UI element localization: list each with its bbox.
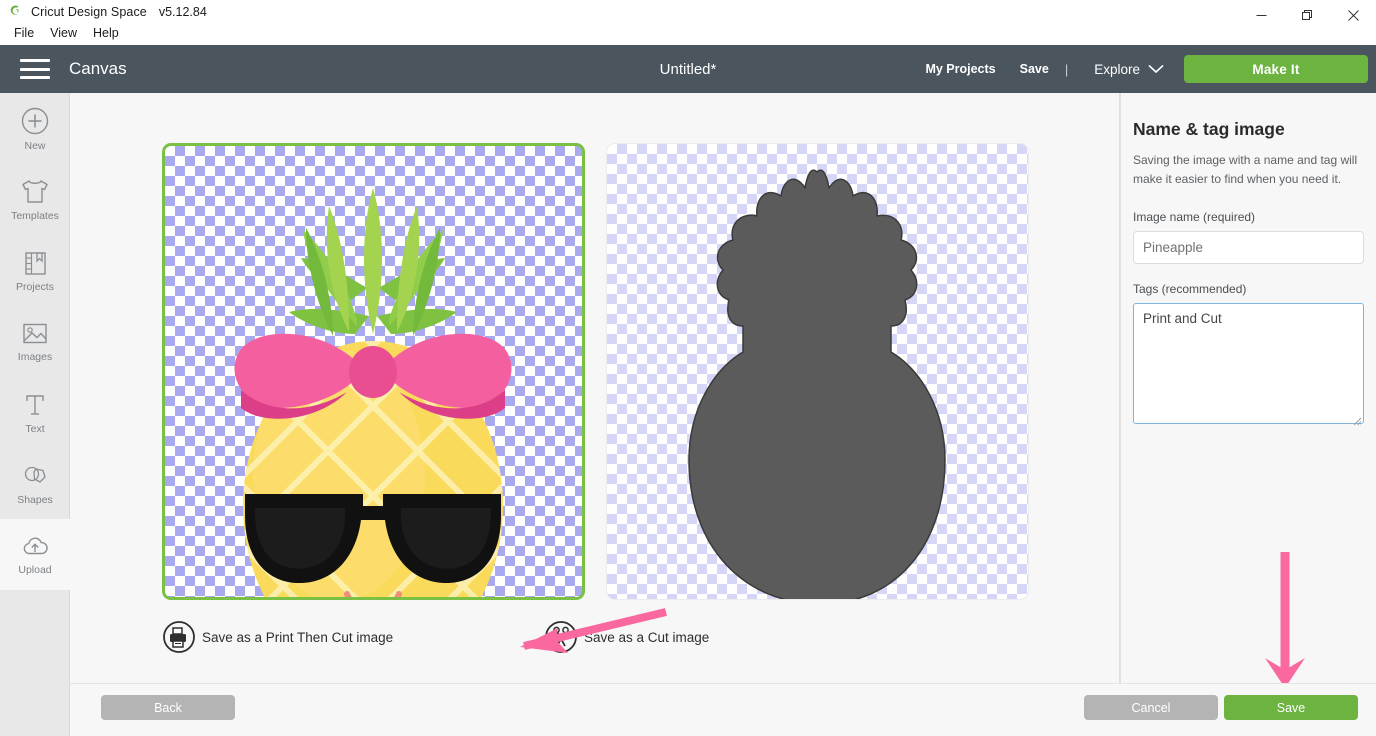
application-window: Cricut Design Space v5.12.84 File View H… — [0, 0, 1376, 736]
tags-label: Tags (recommended) — [1133, 282, 1247, 297]
save-button[interactable]: Save — [1224, 695, 1358, 720]
image-name-input[interactable] — [1133, 231, 1364, 265]
sidebar-label-images: Images — [17, 351, 53, 363]
sidebar-item-projects[interactable]: Projects — [0, 235, 70, 306]
print-then-cut-preview[interactable] — [162, 143, 585, 600]
header-save-link[interactable]: Save — [1008, 62, 1061, 76]
sidebar-label-shapes: Shapes — [17, 494, 53, 506]
canvas-label[interactable]: Canvas — [69, 59, 127, 79]
menu-help[interactable]: Help — [87, 24, 125, 42]
sidebar-label-text: Text — [25, 423, 45, 435]
print-then-cut-label: Save as a Print Then Cut image — [202, 629, 394, 645]
cut-image-option-card[interactable]: Save as a Cut image — [545, 143, 1029, 653]
close-icon — [1347, 9, 1359, 21]
tshirt-icon — [22, 180, 48, 203]
main-content-panel: Save as a Print Then Cut image Save as a… — [70, 93, 1120, 736]
sidebar-label-new: New — [24, 140, 46, 152]
sidebar-item-shapes[interactable]: Shapes — [0, 448, 70, 519]
sidebar-item-new[interactable]: New — [0, 93, 70, 164]
title-bar-left: Cricut Design Space v5.12.84 — [6, 3, 207, 20]
shapes-icon — [24, 466, 46, 483]
sidebar-item-templates[interactable]: Templates — [0, 164, 70, 235]
cut-image-label: Save as a Cut image — [584, 629, 710, 645]
sidebar-label-templates: Templates — [11, 210, 59, 222]
restore-icon — [1301, 9, 1312, 20]
app-header-actions: My Projects Save | Explore Make It — [913, 45, 1376, 93]
sidebar-label-upload: Upload — [18, 564, 52, 576]
print-then-cut-option-card[interactable]: Save as a Print Then Cut image — [162, 143, 585, 653]
book-icon — [25, 252, 46, 275]
hamburger-menu-icon[interactable] — [20, 59, 50, 79]
app-title-text: Cricut Design Space — [31, 4, 147, 19]
image-icon — [23, 323, 47, 344]
make-it-button[interactable]: Make It — [1184, 55, 1368, 83]
cricut-logo-icon — [10, 5, 19, 15]
footer-bar: Back Cancel Save — [70, 683, 1376, 736]
sidebar-item-upload[interactable]: Upload — [0, 519, 70, 590]
menu-bar: File View Help — [8, 24, 125, 42]
plus-circle-icon — [21, 107, 49, 135]
explore-machine-selector[interactable]: Explore — [1072, 62, 1174, 77]
sidebar-label-projects: Projects — [16, 281, 54, 293]
menu-view[interactable]: View — [44, 24, 83, 42]
printer-circle-icon — [163, 621, 195, 653]
image-name-label: Image name (required) — [1133, 210, 1256, 225]
tags-textarea[interactable] — [1133, 303, 1364, 425]
header-separator: | — [1064, 61, 1069, 77]
gray-pineapple-silhouette-image — [688, 169, 946, 599]
panel-title: Name & tag image — [1133, 119, 1285, 139]
back-button[interactable]: Back — [101, 695, 235, 720]
app-version-text: v5.12.84 — [158, 4, 207, 19]
print-then-cut-option[interactable]: Save as a Print Then Cut image — [162, 620, 393, 654]
color-pineapple-with-sunglasses-image — [234, 188, 512, 597]
close-button[interactable] — [1330, 0, 1376, 30]
app-header-bar: Canvas Untitled* My Projects Save | Expl… — [0, 45, 1376, 93]
cut-image-option[interactable]: Save as a Cut image — [544, 620, 709, 654]
chevron-down-icon — [1148, 64, 1164, 74]
cut-image-preview[interactable] — [606, 143, 1029, 600]
sidebar-item-images[interactable]: Images — [0, 306, 70, 377]
menu-file[interactable]: File — [8, 24, 40, 42]
my-projects-link[interactable]: My Projects — [913, 62, 1007, 76]
left-sidebar: New Templates Projects Images Text Shape… — [0, 93, 70, 736]
name-and-tag-panel: Name & tag image Saving the image with a… — [1120, 93, 1376, 683]
sidebar-item-text[interactable]: Text — [0, 377, 70, 448]
scissors-circle-icon — [545, 621, 577, 653]
window-title-bar: Cricut Design Space v5.12.84 File View H… — [0, 0, 1376, 45]
minimize-icon — [1256, 14, 1266, 16]
explore-label: Explore — [1094, 61, 1140, 77]
cloud-upload-icon — [23, 537, 48, 555]
restore-button[interactable] — [1284, 0, 1330, 30]
tags-field-wrapper — [1133, 303, 1364, 429]
text-t-icon — [26, 395, 44, 415]
panel-description: Saving the image with a name and tag wil… — [1133, 153, 1358, 186]
window-controls — [1238, 0, 1376, 30]
minimize-button[interactable] — [1238, 0, 1284, 30]
cancel-button[interactable]: Cancel — [1084, 695, 1218, 720]
